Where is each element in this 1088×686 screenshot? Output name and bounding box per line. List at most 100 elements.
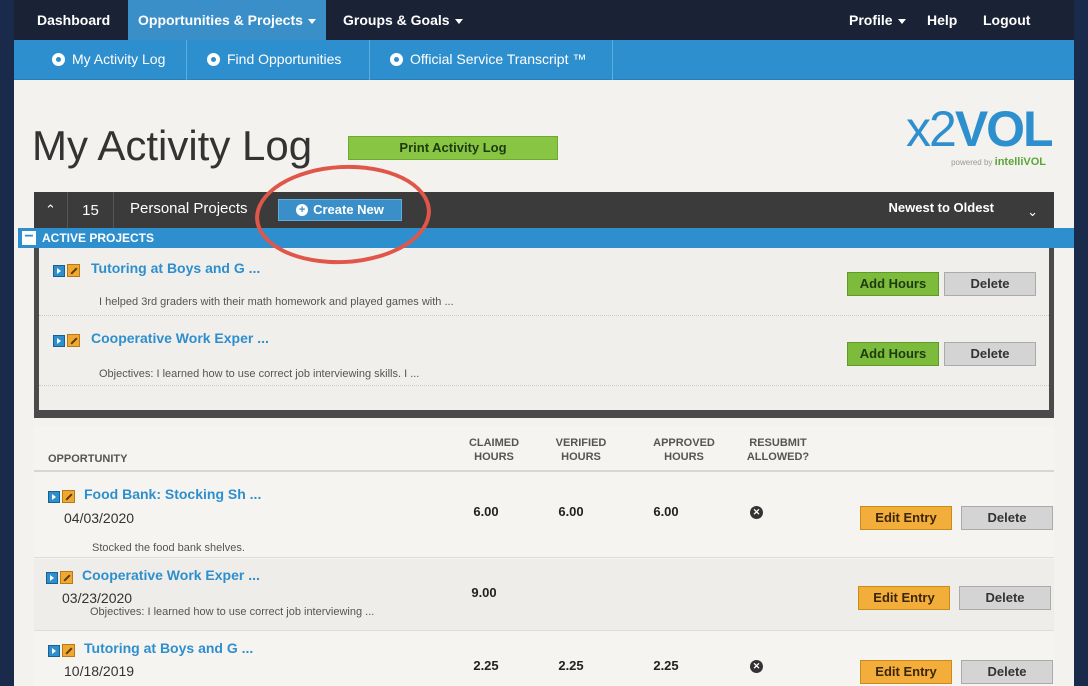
claimed-hours: 9.00 [471,585,497,600]
subnav-activity-label: My Activity Log [72,51,166,67]
activity-icon [52,52,65,66]
subnav-my-activity-log[interactable]: My Activity Log [52,40,165,80]
active-projects-panel: Tutoring at Boys and G ... I helped 3rd … [34,248,1054,418]
nav-profile[interactable]: Profile [849,0,906,40]
personal-projects-label: Personal Projects [130,200,248,217]
logo-x2: x2 [906,101,957,157]
print-activity-log-button[interactable]: Print Activity Log [348,136,558,160]
edit-entry-button[interactable]: Edit Entry [858,586,950,610]
nav-groups-goals[interactable]: Groups & Goals [343,0,463,40]
approved-hours: 2.25 [653,658,679,673]
chevron-down-icon [454,18,463,24]
active-projects-label: ACTIVE PROJECTS [42,231,155,245]
projects-count: 15 [68,192,114,228]
claimed-hours: 2.25 [473,658,499,673]
nav-logout[interactable]: Logout [983,0,1030,40]
expand-icon[interactable] [53,334,65,347]
header-divider [34,470,1054,472]
active-projects-list: Tutoring at Boys and G ... I helped 3rd … [39,248,1049,410]
edit-icon[interactable] [62,644,75,658]
expand-icon[interactable] [53,264,65,277]
search-icon [207,52,220,66]
chevron-down-icon[interactable]: ⌄ [1027,192,1038,228]
nav-opportunities-projects[interactable]: Opportunities & Projects [128,0,326,40]
opportunity-description: Stocked the food bank shelves. [92,542,245,554]
logo-vol: VOL [954,101,1054,157]
claimed-hours: 6.00 [473,504,499,519]
nav-help[interactable]: Help [927,0,957,40]
delete-button[interactable]: Delete [961,660,1053,684]
edit-icon[interactable] [67,334,80,348]
subnav-divider [369,40,370,80]
add-hours-button[interactable]: Add Hours [847,272,939,296]
header-claimed-line1: CLAIMED [468,437,520,449]
edit-icon[interactable] [67,264,80,278]
subnav-find-opportunities[interactable]: Find Opportunities [207,40,341,80]
plus-icon: + [296,203,309,216]
project-description: Objectives: I learned how to use correct… [99,368,420,380]
minus-icon[interactable]: − [22,228,36,245]
transcript-icon [390,52,403,66]
header-resubmit-allowed: RESUBMIT ALLOWED? [738,436,818,464]
opportunity-description: Objectives: I learned how to use correct… [90,606,375,618]
personal-projects-bar: ⌃ 15 Personal Projects Newest to Oldest … [34,192,1054,228]
create-new-button[interactable]: + Create New [278,199,402,221]
nav-opportunities-label: Opportunities & Projects [138,12,303,28]
opportunity-title[interactable]: Food Bank: Stocking Sh ... [84,486,261,502]
edit-entry-button[interactable]: Edit Entry [860,660,952,684]
header-approved-line2: HOURS [664,451,704,463]
sub-navigation: My Activity Log Find Opportunities Offic… [14,40,1074,80]
chevron-down-icon [307,18,316,24]
delete-button[interactable]: Delete [961,506,1053,530]
delete-button[interactable]: Delete [944,272,1036,296]
opportunity-date: 03/23/2020 [62,590,133,606]
project-title[interactable]: Cooperative Work Exper ... [91,330,269,346]
edit-entry-button[interactable]: Edit Entry [860,506,952,530]
subnav-service-transcript[interactable]: Official Service Transcript ™ [390,40,586,80]
activity-table: OPPORTUNITY CLAIMED HOURS VERIFIED HOURS A… [34,426,1054,686]
edit-icon[interactable] [62,490,75,504]
nav-dashboard[interactable]: Dashboard [37,0,110,40]
project-title[interactable]: Tutoring at Boys and G ... [91,260,260,276]
opportunity-date: 04/03/2020 [64,510,135,526]
project-row: Tutoring at Boys and G ... I helped 3rd … [39,248,1049,316]
header-opportunity: OPPORTUNITY [48,453,128,465]
page-title: My Activity Log [32,122,313,169]
x-circle-icon: ✕ [750,506,763,519]
expand-icon[interactable] [48,644,60,657]
main-content: My Activity Log Print Activity Log x2VOL… [14,80,1074,686]
expand-icon[interactable] [46,571,58,584]
opportunity-title[interactable]: Tutoring at Boys and G ... [84,640,253,656]
active-projects-header[interactable]: − ACTIVE PROJECTS [18,228,1074,248]
logo-powered-by: powered by [951,158,993,167]
header-resubmit-line2: ALLOWED? [746,451,810,463]
header-approved-line1: APPROVED [653,437,715,449]
header-claimed-line2: HOURS [474,451,514,463]
edit-icon[interactable] [60,571,73,585]
header-verified-hours: VERIFIED HOURS [546,436,616,464]
sort-select[interactable]: Newest to Oldest [889,192,994,224]
x2vol-logo: x2VOL powered by intelliVOL [906,101,1054,174]
header-resubmit-line1: RESUBMIT [749,437,807,449]
header-approved-hours: APPROVED HOURS [644,436,724,464]
expand-icon[interactable] [48,490,60,503]
opportunity-title[interactable]: Cooperative Work Exper ... [82,567,260,583]
approved-hours: 6.00 [653,504,679,519]
x-circle-icon: ✕ [750,660,763,673]
chevron-down-icon [897,18,906,24]
verified-hours: 6.00 [558,504,584,519]
subnav-divider [612,40,613,80]
add-hours-button[interactable]: Add Hours [847,342,939,366]
subnav-transcript-label: Official Service Transcript ™ [410,51,587,67]
collapse-chevron-icon[interactable]: ⌃ [34,192,68,228]
project-description: I helped 3rd graders with their math hom… [99,296,454,308]
table-row: Cooperative Work Exper ... 03/23/2020 Ob… [34,559,1054,631]
top-navigation: Dashboard Opportunities & Projects Group… [14,0,1074,40]
nav-profile-label: Profile [849,12,893,28]
delete-button[interactable]: Delete [944,342,1036,366]
table-row: Food Bank: Stocking Sh ... 04/03/2020 St… [34,474,1054,558]
delete-button[interactable]: Delete [959,586,1051,610]
verified-hours: 2.25 [558,658,584,673]
project-row: Cooperative Work Exper ... Objectives: I… [39,318,1049,386]
create-new-label: Create New [313,202,384,217]
